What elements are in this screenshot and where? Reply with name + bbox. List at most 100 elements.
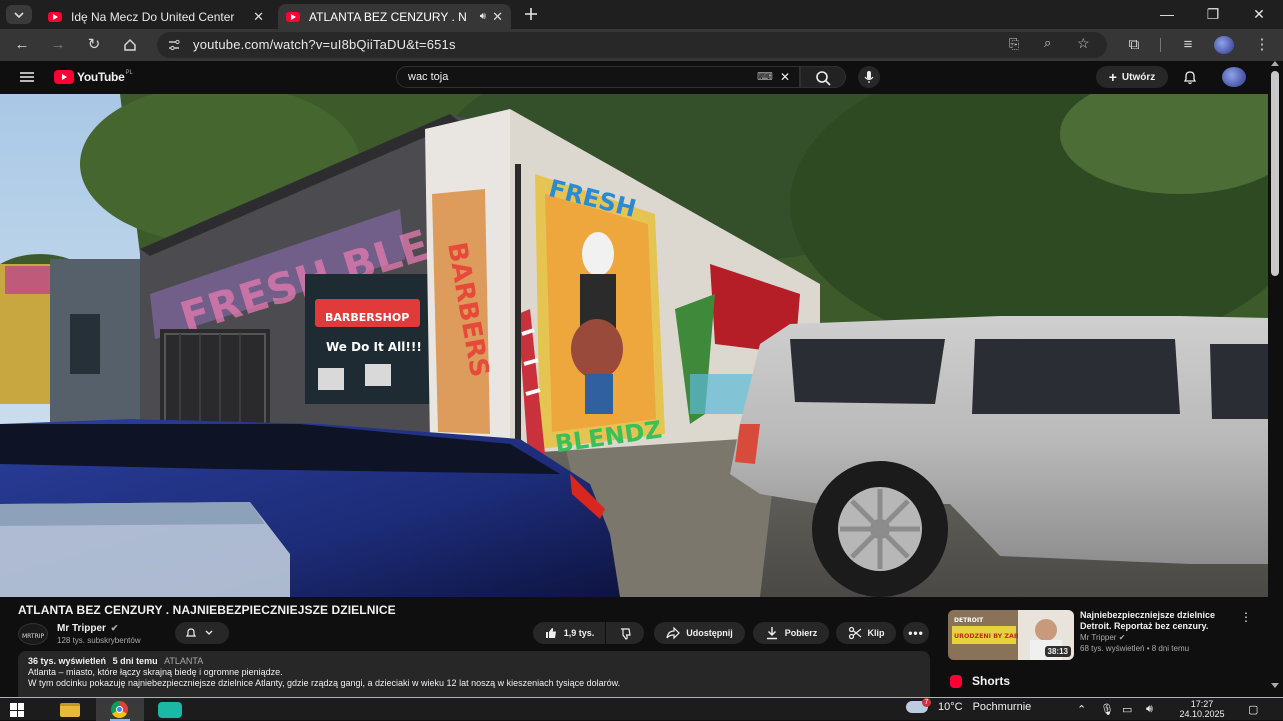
extensions-icon[interactable]: ⧉ [1124,35,1144,55]
more-horizontal-icon: ••• [908,626,924,640]
description-meta: 36 tys. wyświetleń 5 dni temu ATLANTA [28,656,920,667]
media-control-icon[interactable]: ≡ [1178,35,1198,55]
video-player[interactable]: FRESH BLENDZ BARBERSHOP We Do It All!!! … [0,94,1268,597]
like-count: 1,9 tys. [563,628,595,638]
speaker-icon[interactable]: 🔊︎ [480,11,486,22]
minimize-button[interactable]: — [1152,4,1182,24]
restore-button[interactable]: ❐ [1198,4,1228,24]
weather-widget[interactable]: 7 10°C Pochmurnie [906,698,1031,713]
chevron-down-icon [205,630,213,635]
account-avatar[interactable] [1222,67,1246,87]
home-icon[interactable] [120,35,140,55]
bookmark-star-icon[interactable]: ☆ [1077,35,1090,52]
microphone-tray-icon[interactable]: 🎙︎ [1100,703,1114,716]
clock-time: 17:27 [1190,699,1214,709]
recommended-meta: 68 tys. wyświetleń • 8 dni temu [1080,644,1190,653]
video-title: ATLANTA BEZ CENZURY . NAJNIEBEZPIECZNIEJ… [18,603,396,617]
network-icon[interactable]: ▭ [1122,703,1132,716]
channel-name[interactable]: Mr Tripper ✔ [57,623,118,634]
scissors-icon [848,626,861,640]
share-button[interactable]: Udostępnij [654,622,745,644]
close-window-button[interactable]: ✕ [1244,4,1274,24]
clear-search-icon[interactable]: ✕ [780,70,790,84]
verified-check-icon: ✔ [1118,633,1126,642]
new-tab-button[interactable] [522,5,540,23]
country-code: PL [125,70,133,76]
tab-search-button[interactable] [6,5,32,24]
weather-badge: 7 [922,698,931,707]
keyboard-icon[interactable]: ⌨ [757,70,773,83]
voice-search-button[interactable] [858,66,880,88]
recommended-title-line: Najniebezpieczniejsze dzielnice [1080,610,1216,620]
menu-kebab-icon[interactable]: ⋮ [1252,35,1272,55]
create-label: Utwórz [1121,71,1156,83]
recommended-menu-icon[interactable]: ⋮ [1240,610,1252,624]
video-frame: FRESH BLENDZ BARBERSHOP We Do It All!!! … [0,94,1268,597]
thumbs-up-icon [545,628,556,638]
channel-logo-icon: MRTRIP [22,633,45,640]
tab-active[interactable]: ATLANTA BEZ CENZURY . N 🔊︎ ✕ [278,4,511,29]
scroll-down-arrow-icon[interactable] [1271,683,1279,688]
hamburger-menu-icon[interactable] [20,70,34,82]
search-value: wac toja [408,71,449,83]
windows-start-icon[interactable] [10,703,24,717]
tab-title: ATLANTA BEZ CENZURY . N [309,9,467,24]
profile-avatar[interactable] [1214,36,1234,54]
youtube-logo-text: YouTube [77,70,125,84]
zoom-icon[interactable]: ⌕ [1044,35,1051,51]
reload-icon[interactable]: ↻ [84,35,104,55]
recommended-channel-text: Mr Tripper [1080,633,1117,642]
download-button[interactable]: Pobierz [753,622,829,644]
recommended-thumbnail[interactable]: DETROIT URODZENI BY ZABIJAĆ 38:13 [948,610,1074,660]
clip-button[interactable]: Klip [836,622,896,644]
bell-icon [185,628,197,637]
dislike-button[interactable] [606,622,644,644]
search-button[interactable] [800,66,846,88]
close-tab-icon[interactable]: ✕ [253,9,264,25]
url-text: youtube.com/watch?v=uI8bQiiTaDU&t=651s [193,37,456,52]
like-button[interactable]: 1,9 tys. [533,622,605,644]
description-line: W tym odcinku pokazuję najniebezpiecznie… [28,678,621,688]
create-button[interactable]: + Utwórz [1096,66,1168,88]
more-actions-button[interactable]: ••• [903,622,929,644]
page-scrollbar[interactable] [1268,61,1283,697]
description-box[interactable]: 36 tys. wyświetleń 5 dni temu ATLANTA At… [18,651,930,697]
tab-inactive[interactable]: Idę Na Mecz Do United Center ✕ [40,4,272,29]
address-bar[interactable]: youtube.com/watch?v=uI8bQiiTaDU&t=651s ⎘… [157,32,1107,58]
notifications-bell-icon[interactable] [1182,69,1198,90]
recommended-video[interactable]: DETROIT URODZENI BY ZABIJAĆ 38:13 Najnie… [948,610,1268,670]
file-explorer-icon[interactable] [60,703,80,717]
chrome-taskbar-button[interactable] [96,698,144,721]
youtube-play-icon [54,70,74,84]
plus-icon [525,8,537,20]
notifications-icon[interactable]: ▢ [1248,703,1258,716]
scroll-thumb[interactable] [1271,71,1279,276]
channel-avatar[interactable]: MRTRIP [18,623,48,645]
back-icon[interactable]: ← [12,35,32,55]
close-tab-icon[interactable]: ✕ [492,9,503,25]
verified-check-icon: ✔ [110,623,119,633]
upload-age: 5 dni temu [112,656,158,666]
toolbar-divider [1160,38,1161,52]
forward-icon[interactable]: → [48,35,68,55]
tray-overflow-icon[interactable]: ⌃ [1077,703,1086,716]
shorts-header[interactable]: Shorts [950,674,1010,688]
youtube-logo[interactable]: YouTube PL [54,70,133,84]
hashtag-link[interactable]: ATLANTA [164,656,203,666]
scroll-up-arrow-icon[interactable] [1271,61,1279,66]
clock[interactable]: 17:27 24.10.2025 [1172,699,1232,719]
search-input[interactable]: wac toja ⌨ ✕ [396,66,800,88]
windows-taskbar: 7 10°C Pochmurnie ⌃ 🎙︎ ▭ 🔊︎ 17:27 24.10.… [0,697,1283,721]
download-icon [766,627,777,640]
video-duration: 38:13 [1044,646,1071,657]
shorts-icon [950,674,962,688]
install-app-icon[interactable]: ⎘ [1009,36,1019,52]
volume-icon[interactable]: 🔊︎ [1146,703,1153,716]
chevron-down-icon [14,12,24,19]
youtube-favicon-icon [48,11,62,22]
subscribe-bell-button[interactable] [175,622,229,644]
view-count: 36 tys. wyświetleń [28,656,107,666]
site-info-icon[interactable] [167,38,181,52]
app-taskbar-icon[interactable] [158,702,182,718]
description-line: Atlanta – miasto, które łączy skrajną bi… [28,667,283,677]
